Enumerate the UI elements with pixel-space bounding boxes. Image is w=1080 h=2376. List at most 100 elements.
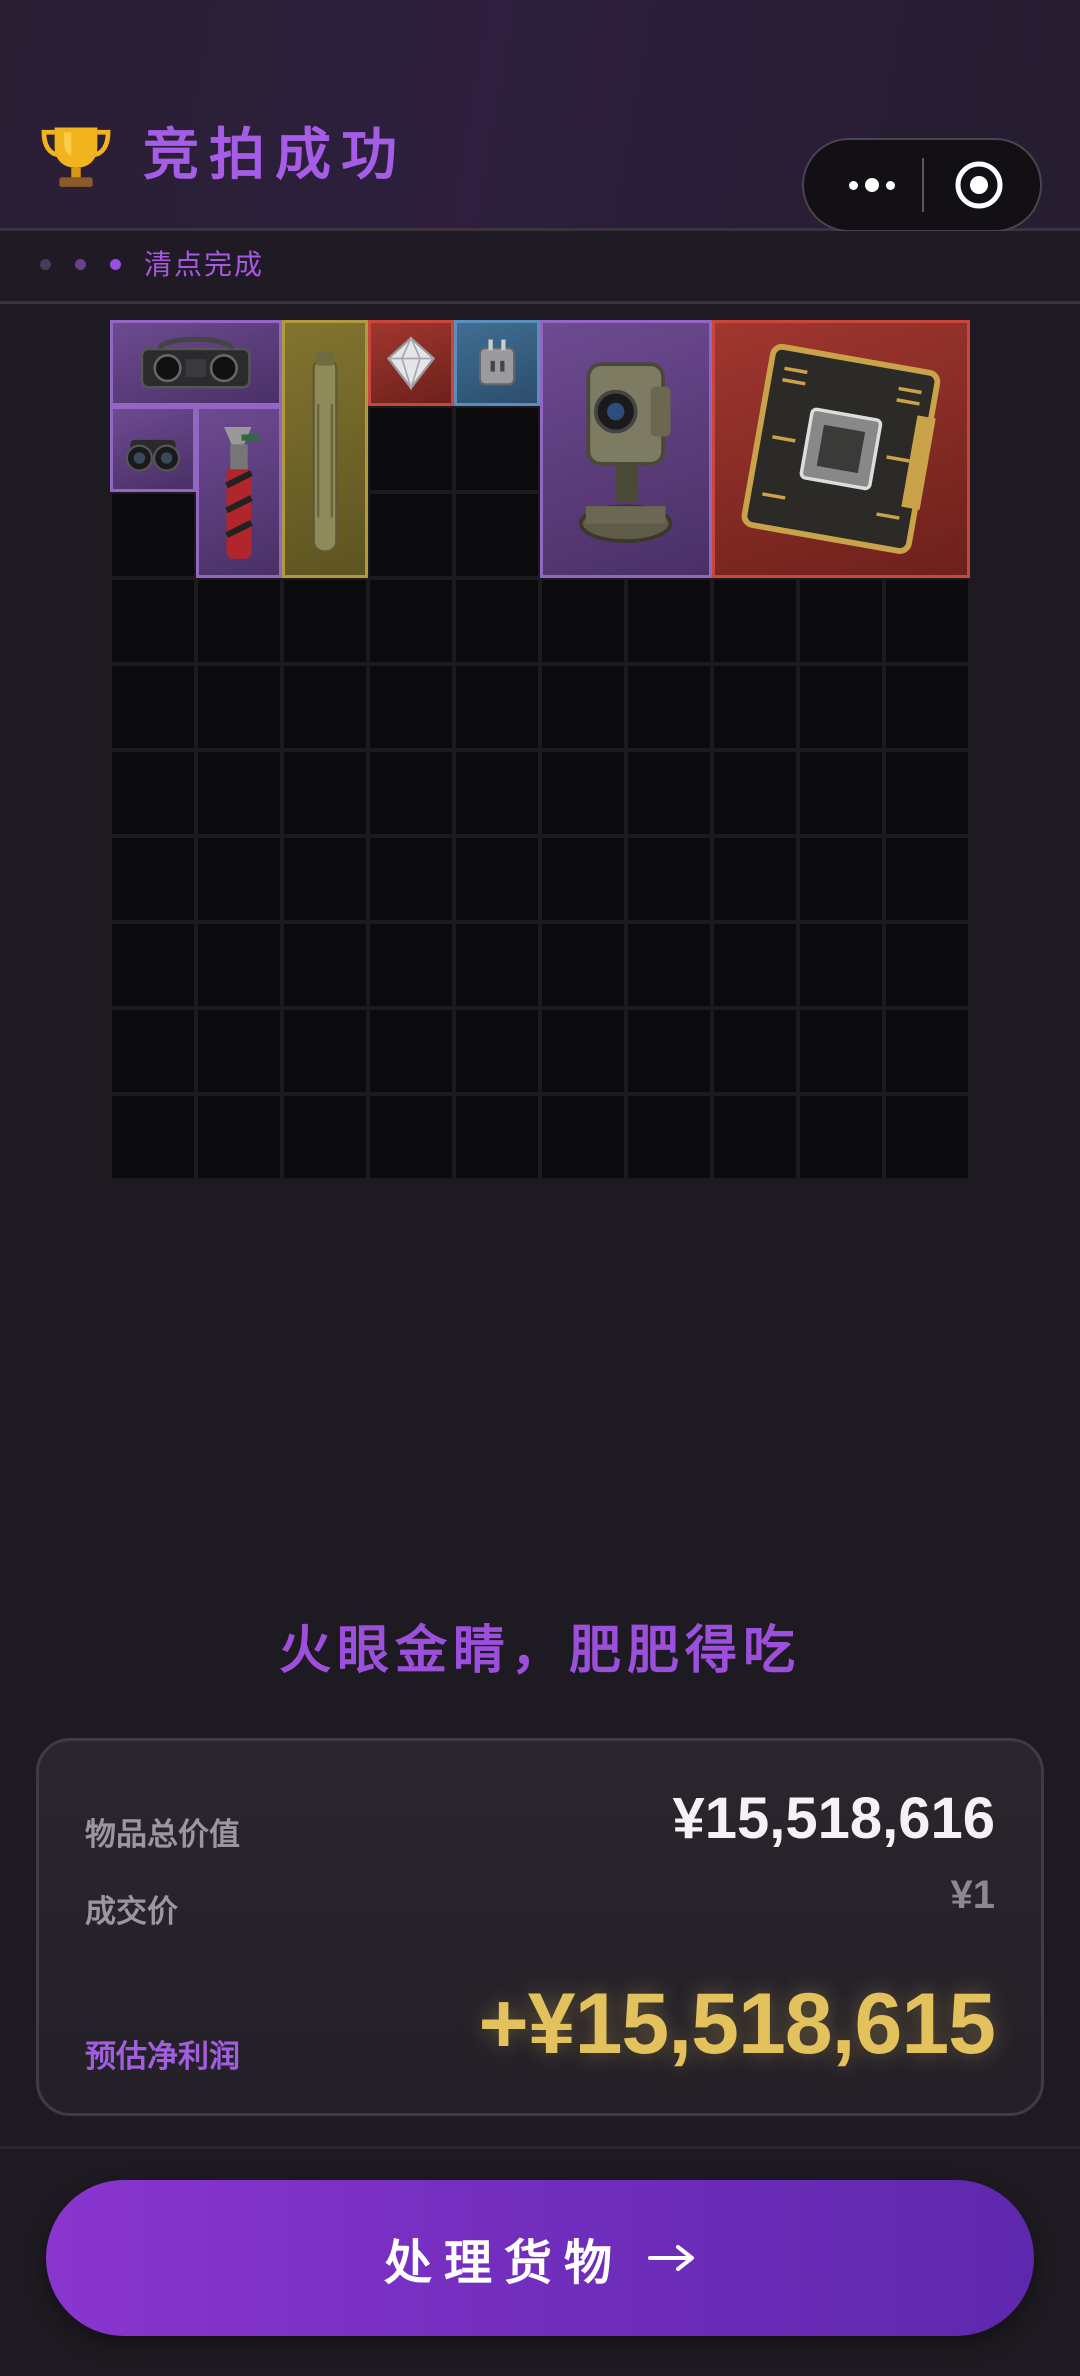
deal-price-label: 成交价 — [85, 1894, 178, 1930]
inventory-cell — [798, 1094, 884, 1180]
inventory-cell — [712, 750, 798, 836]
inventory-cell — [626, 836, 712, 922]
inventory-cell — [110, 836, 196, 922]
progress-dot — [40, 259, 51, 270]
inventory-cell — [282, 836, 368, 922]
inventory-cell — [368, 578, 454, 664]
power-adapter-icon[interactable] — [454, 320, 540, 406]
status-bar: 清点完成 — [0, 231, 1080, 304]
inventory-cell — [884, 922, 970, 1008]
total-value-amount: ¥15,518,616 — [672, 1786, 995, 1851]
inventory-cell — [626, 578, 712, 664]
inventory-cell — [110, 578, 196, 664]
inventory-cell — [626, 664, 712, 750]
arrow-right-icon — [648, 2245, 694, 2271]
inventory-cell — [798, 664, 884, 750]
circuit-board-icon[interactable] — [712, 320, 970, 578]
progress-dot — [110, 259, 121, 270]
progress-dots — [40, 259, 121, 270]
inventory-cell — [798, 578, 884, 664]
inventory-cell — [110, 1094, 196, 1180]
inventory-cell — [884, 1094, 970, 1180]
status-text: 清点完成 — [144, 248, 265, 281]
camera-turret-icon-graphic — [579, 362, 673, 543]
inventory-cell — [110, 1008, 196, 1094]
inventory-cell — [626, 1008, 712, 1094]
inventory-cell — [110, 750, 196, 836]
header-bar: 竞拍成功 — [0, 0, 1080, 232]
auction-result-page: 竞拍成功 清点完成 火眼金睛，肥肥得吃 物品总价值 ¥15,518,616 成交… — [0, 0, 1080, 2376]
inventory-grid — [110, 320, 970, 1180]
inventory-cell — [454, 406, 540, 492]
inventory-cell — [540, 578, 626, 664]
trophy-icon — [41, 127, 111, 187]
inventory-cell — [798, 1008, 884, 1094]
blowtorch-icon[interactable] — [196, 406, 282, 578]
inventory-cell — [110, 492, 196, 578]
inventory-cell — [454, 836, 540, 922]
inventory-cell — [540, 836, 626, 922]
inventory-cell — [712, 922, 798, 1008]
inventory-cell — [368, 750, 454, 836]
inventory-cell — [884, 664, 970, 750]
inventory-cell — [454, 492, 540, 578]
inventory-cell — [454, 1094, 540, 1180]
circuit-board-icon-graphic — [741, 344, 941, 554]
record-target-icon[interactable] — [954, 160, 1004, 210]
inventory-cell — [884, 578, 970, 664]
inventory-cell — [196, 578, 282, 664]
total-value-label: 物品总价值 — [85, 1817, 240, 1853]
inventory-cell — [798, 750, 884, 836]
inventory-cell — [368, 1008, 454, 1094]
more-dots-icon[interactable] — [832, 140, 912, 230]
inventory-cell — [368, 664, 454, 750]
inventory-cell — [454, 750, 540, 836]
tube-canister-icon-graphic — [312, 351, 338, 553]
inventory-cell — [798, 836, 884, 922]
profit-summary-card: 物品总价值 ¥15,518,616 成交价 ¥1 预估净利润 +¥15,518,… — [36, 1738, 1044, 2116]
page-title: 竞拍成功 — [143, 123, 407, 188]
process-goods-label: 处理货物 — [383, 2235, 624, 2291]
inventory-cell — [282, 578, 368, 664]
diamond-icon-graphic — [386, 335, 436, 391]
inventory-cell — [798, 922, 884, 1008]
inventory-cell — [282, 1008, 368, 1094]
boombox-icon[interactable] — [110, 320, 282, 406]
inventory-cell — [110, 922, 196, 1008]
inventory-cell — [282, 664, 368, 750]
inventory-cell — [884, 1008, 970, 1094]
inventory-cell — [626, 922, 712, 1008]
inventory-cell — [368, 922, 454, 1008]
blowtorch-icon-graphic — [224, 427, 259, 560]
inventory-cell — [196, 836, 282, 922]
inventory-cell — [540, 750, 626, 836]
process-goods-button[interactable]: 处理货物 — [46, 2180, 1034, 2336]
net-profit-amount: +¥15,518,615 — [478, 1976, 996, 2072]
inventory-cell — [196, 922, 282, 1008]
night-vision-goggles-icon[interactable] — [110, 406, 196, 492]
net-profit-label: 预估净利润 — [85, 2039, 240, 2075]
camera-turret-icon[interactable] — [540, 320, 712, 578]
inventory-cell — [110, 664, 196, 750]
boombox-icon-graphic — [140, 336, 252, 389]
inventory-cell — [540, 1008, 626, 1094]
mini-program-capsule — [802, 138, 1042, 232]
inventory-cell — [540, 1094, 626, 1180]
footer-divider — [0, 2146, 1080, 2149]
capsule-divider — [922, 158, 924, 212]
diamond-icon[interactable] — [368, 320, 454, 406]
tube-canister-icon[interactable] — [282, 320, 368, 578]
inventory-cell — [282, 1094, 368, 1180]
inventory-cell — [626, 750, 712, 836]
power-adapter-icon-graphic — [478, 339, 516, 386]
deal-price-amount: ¥1 — [950, 1873, 996, 1917]
inventory-cell — [540, 922, 626, 1008]
inventory-cell — [282, 922, 368, 1008]
inventory-cell — [196, 750, 282, 836]
night-vision-goggles-icon-graphic — [125, 439, 181, 472]
inventory-cell — [454, 664, 540, 750]
inventory-cell — [196, 1094, 282, 1180]
inventory-cell — [454, 578, 540, 664]
inventory-cell — [626, 1094, 712, 1180]
inventory-cell — [884, 836, 970, 922]
